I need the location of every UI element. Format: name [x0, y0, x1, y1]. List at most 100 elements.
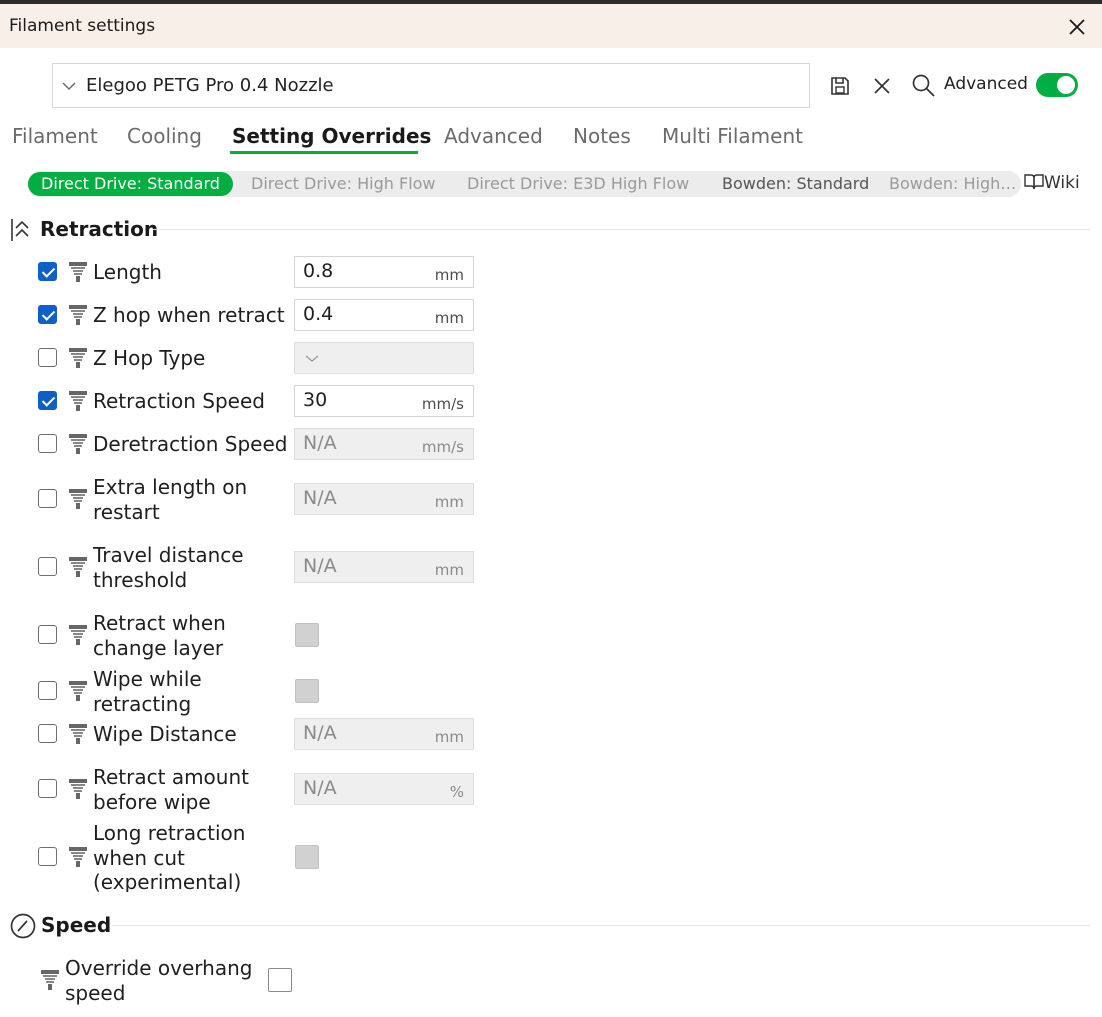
tab-multi-filament[interactable]: Multi Filament — [662, 124, 803, 148]
z-hop-input[interactable]: 0.4 mm — [294, 299, 474, 331]
setting-label-length: Length — [93, 260, 162, 284]
override-checkbox-retract-before-wipe[interactable] — [38, 779, 57, 798]
variant-direct-drive-standard[interactable]: Direct Drive: Standard — [28, 172, 233, 196]
save-icon[interactable] — [829, 75, 851, 97]
variant-bowden-standard[interactable]: Bowden: Standard — [722, 174, 869, 193]
filament-pin-icon — [69, 557, 87, 577]
wiki-label: Wiki — [1044, 173, 1080, 193]
override-checkbox-extra-length[interactable] — [38, 489, 57, 508]
filament-pin-icon — [69, 305, 87, 325]
travel-distance-unit: mm — [434, 561, 464, 579]
override-checkbox-z-hop[interactable] — [38, 305, 57, 324]
z-hop-type-dropdown[interactable] — [294, 342, 474, 374]
setting-label-travel-distance: Travel distance — [93, 543, 244, 567]
chevron-down-icon — [62, 82, 76, 90]
setting-label-retract-change-layer-line2: change layer — [93, 636, 224, 660]
tab-advanced[interactable]: Advanced — [444, 124, 543, 148]
wipe-distance-input[interactable]: N/A mm — [294, 718, 474, 750]
override-checkbox-long-retraction[interactable] — [38, 847, 57, 866]
retract-change-layer-checkbox[interactable] — [295, 623, 319, 647]
retract-before-wipe-value: N/A — [303, 777, 337, 799]
setting-label-wipe-distance: Wipe Distance — [93, 722, 237, 746]
filament-pin-icon — [69, 434, 87, 454]
retract-before-wipe-unit: % — [449, 783, 464, 801]
override-checkbox-travel-distance[interactable] — [38, 557, 57, 576]
setting-label-long-retraction-line2: when cut — [93, 846, 185, 870]
filament-pin-icon — [69, 391, 87, 411]
retraction-icon — [11, 219, 29, 241]
filament-pin-icon — [69, 348, 87, 368]
retraction-speed-value: 30 — [303, 389, 328, 411]
book-icon — [1024, 174, 1044, 190]
retract-before-wipe-input[interactable]: N/A % — [294, 773, 474, 805]
tab-filament[interactable]: Filament — [12, 124, 98, 148]
chevron-down-icon — [305, 355, 319, 362]
wipe-checkbox[interactable] — [295, 679, 319, 703]
z-hop-unit: mm — [434, 309, 464, 327]
setting-label-wipe-line2: retracting — [93, 692, 192, 716]
filament-pin-icon — [69, 724, 87, 744]
variant-direct-drive-e3d-high-flow[interactable]: Direct Drive: E3D High Flow — [467, 174, 689, 193]
filament-pin-icon — [69, 779, 87, 799]
wiki-link[interactable]: Wiki — [1024, 173, 1080, 193]
active-tab-indicator — [230, 151, 418, 154]
long-retraction-checkbox[interactable] — [295, 845, 319, 869]
setting-label-travel-distance-line2: threshold — [93, 568, 188, 592]
retraction-speed-unit: mm/s — [421, 395, 464, 413]
deretraction-speed-value: N/A — [303, 432, 337, 454]
retraction-speed-input[interactable]: 30 mm/s — [294, 385, 474, 417]
override-checkbox-retraction-speed[interactable] — [38, 391, 57, 410]
setting-label-wipe: Wipe while — [93, 667, 202, 691]
extra-length-input[interactable]: N/A mm — [294, 483, 474, 515]
tab-cooling[interactable]: Cooling — [127, 124, 202, 148]
filament-pin-icon — [41, 970, 59, 990]
filament-pin-icon — [69, 681, 87, 701]
override-checkbox-length[interactable] — [38, 262, 57, 281]
section-divider — [112, 925, 1090, 926]
length-input[interactable]: 0.8 mm — [294, 256, 474, 288]
advanced-label: Advanced — [944, 74, 1028, 94]
override-overhang-speed-checkbox[interactable] — [268, 968, 292, 992]
search-icon[interactable] — [911, 73, 937, 99]
setting-label-override-overhang-speed-line2: speed — [65, 981, 126, 1005]
delete-preset-icon[interactable] — [871, 75, 893, 97]
filament-pin-icon — [69, 489, 87, 509]
setting-label-deretraction-speed: Deretraction Speed — [93, 432, 288, 456]
setting-label-override-overhang-speed: Override overhang — [65, 956, 253, 980]
filament-pin-icon — [69, 625, 87, 645]
tab-notes[interactable]: Notes — [573, 124, 631, 148]
preset-name: Elegoo PETG Pro 0.4 Nozzle — [86, 75, 334, 96]
setting-label-long-retraction-line3: (experimental) — [93, 870, 242, 892]
override-checkbox-z-hop-type[interactable] — [38, 348, 57, 367]
section-title-retraction: Retraction — [40, 217, 159, 241]
extra-length-value: N/A — [303, 487, 337, 509]
variant-direct-drive-high-flow[interactable]: Direct Drive: High Flow — [251, 174, 436, 193]
length-unit: mm — [434, 266, 464, 284]
setting-label-long-retraction: Long retraction — [93, 821, 246, 845]
close-icon[interactable] — [1062, 12, 1092, 42]
preset-dropdown[interactable]: Elegoo PETG Pro 0.4 Nozzle — [52, 63, 810, 108]
filament-pin-icon — [69, 847, 87, 867]
speed-gauge-icon — [10, 913, 36, 939]
tab-setting-overrides[interactable]: Setting Overrides — [232, 124, 431, 148]
setting-label-z-hop: Z hop when retract — [93, 303, 285, 327]
override-checkbox-retract-change-layer[interactable] — [38, 625, 57, 644]
setting-label-retract-before-wipe-line2: before wipe — [93, 790, 211, 814]
section-divider — [152, 229, 1090, 230]
setting-label-retract-before-wipe: Retract amount — [93, 765, 249, 789]
override-checkbox-deretraction-speed[interactable] — [38, 434, 57, 453]
override-checkbox-wipe[interactable] — [38, 681, 57, 700]
length-value: 0.8 — [303, 260, 334, 282]
override-checkbox-wipe-distance[interactable] — [38, 724, 57, 743]
z-hop-value: 0.4 — [303, 303, 334, 325]
variant-bowden-high[interactable]: Bowden: High… — [889, 174, 1016, 193]
setting-label-retraction-speed: Retraction Speed — [93, 389, 265, 413]
deretraction-speed-input[interactable]: N/A mm/s — [294, 428, 474, 460]
setting-label-extra-length: Extra length on — [93, 475, 248, 499]
setting-label-extra-length-line2: restart — [93, 500, 160, 524]
window-title: Filament settings — [9, 16, 156, 36]
filament-pin-icon — [69, 262, 87, 282]
title-bar: Filament settings — [0, 4, 1102, 48]
travel-distance-input[interactable]: N/A mm — [294, 551, 474, 583]
advanced-toggle[interactable] — [1036, 73, 1078, 97]
